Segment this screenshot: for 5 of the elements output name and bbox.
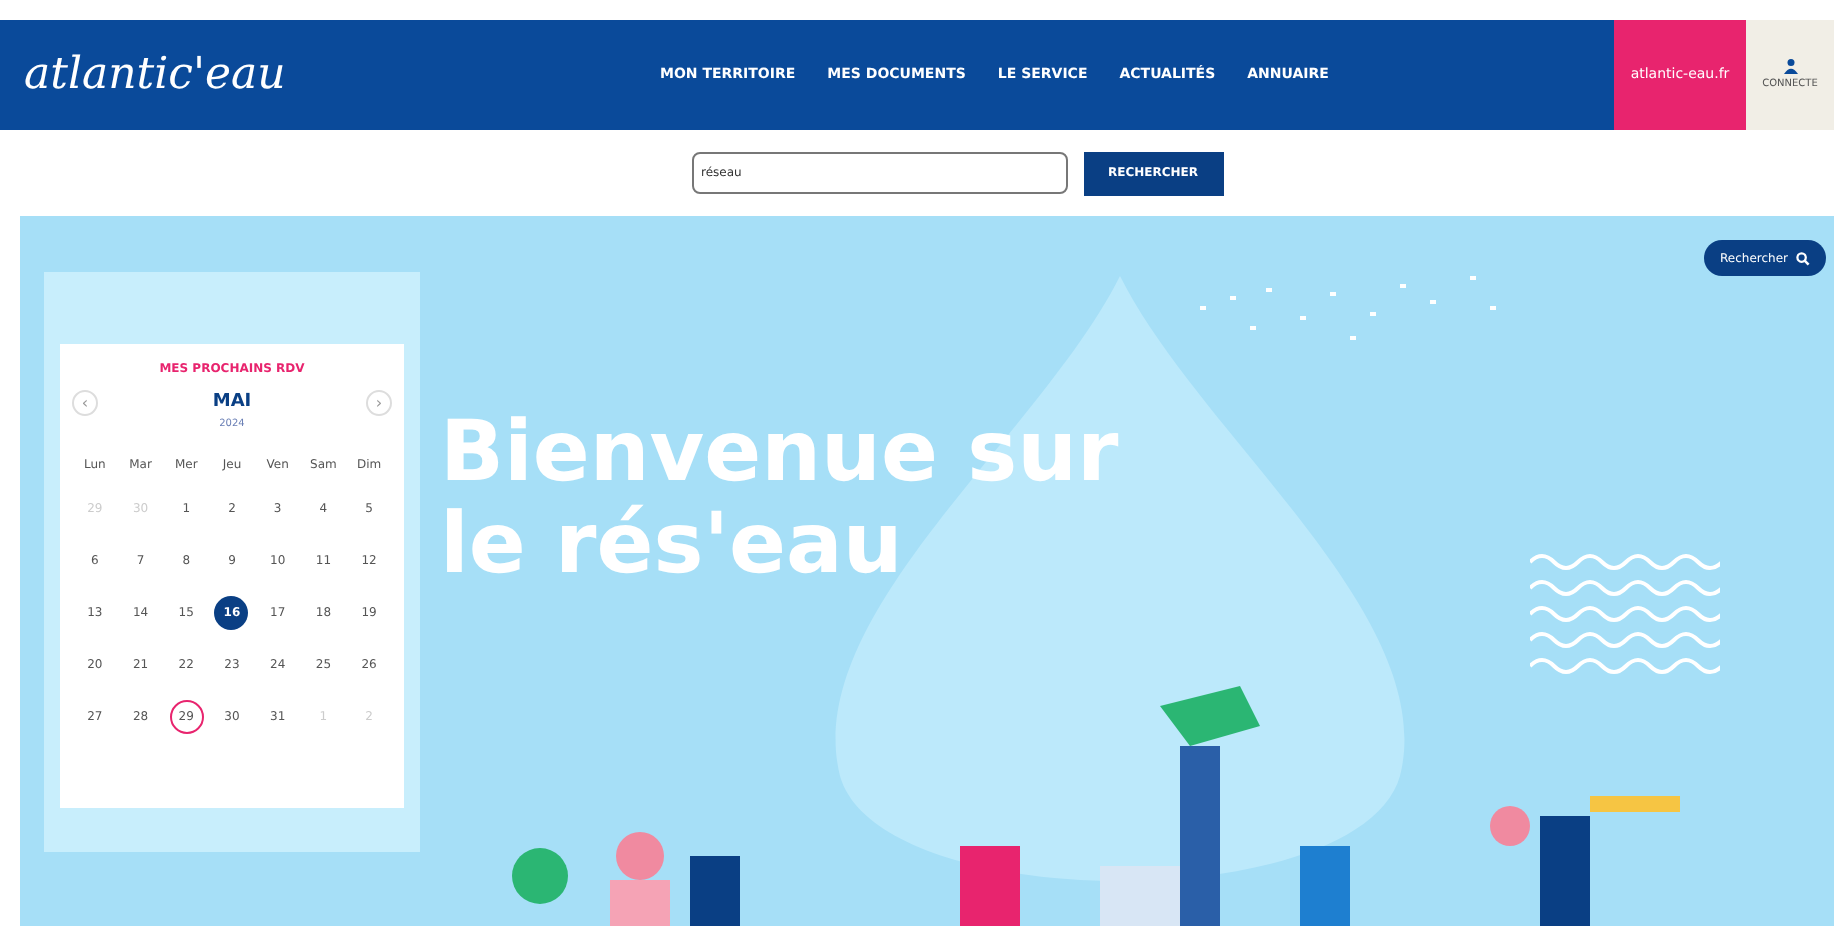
hero-title: Bienvenue sur le rés'eau [440,406,1119,590]
search-icon [1796,251,1810,265]
user-icon [1783,57,1797,74]
logo[interactable]: atlantic'eau [24,42,286,108]
month-label: MAI [212,390,252,416]
